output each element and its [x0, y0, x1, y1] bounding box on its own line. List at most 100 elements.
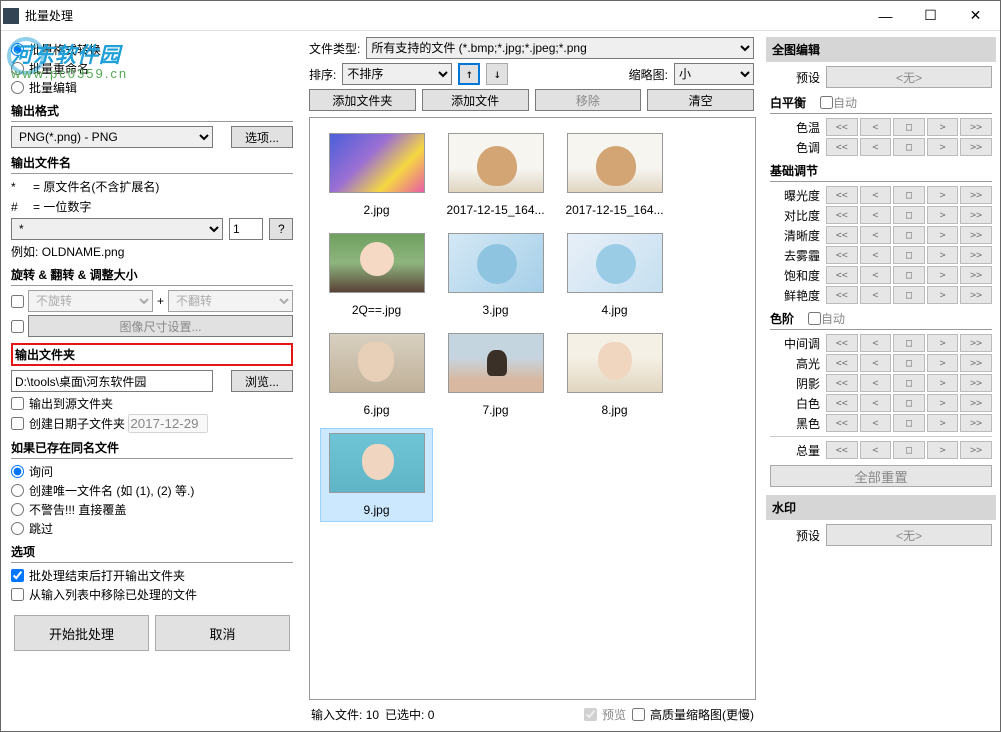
thumbnail-item[interactable]: 2017-12-15_164...	[558, 128, 671, 222]
contrast-slider[interactable]: <<<□>>>	[826, 206, 992, 224]
exists-unique-radio[interactable]	[11, 484, 24, 497]
slider-step-button[interactable]: <<	[826, 394, 858, 412]
rotate-check[interactable]	[11, 295, 24, 308]
slider-step-button[interactable]: □	[893, 118, 925, 136]
thumbnail-item[interactable]: 7.jpg	[439, 328, 552, 422]
slider-step-button[interactable]: >>	[960, 138, 992, 156]
slider-step-button[interactable]: >	[927, 286, 959, 304]
saturation-slider[interactable]: <<<□>>>	[826, 266, 992, 284]
add-folder-button[interactable]: 添加文件夹	[309, 89, 416, 111]
thumbnail-item[interactable]: 2.jpg	[320, 128, 433, 222]
midtones-slider[interactable]: <<<□>>>	[826, 334, 992, 352]
slider-step-button[interactable]: >>	[960, 118, 992, 136]
thumbnail-area[interactable]: 2.jpg2017-12-15_164...2017-12-15_164...2…	[309, 117, 756, 700]
tint-slider[interactable]: <<<□>>>	[826, 138, 992, 156]
slider-step-button[interactable]: <<	[826, 354, 858, 372]
slider-step-button[interactable]: <	[860, 206, 892, 224]
dehaze-slider[interactable]: <<<□>>>	[826, 246, 992, 264]
thumb-size-select[interactable]: 小	[674, 63, 754, 85]
slider-step-button[interactable]: <<	[826, 266, 858, 284]
sort-asc-button[interactable]: ↑	[458, 63, 480, 85]
slider-step-button[interactable]: >	[927, 138, 959, 156]
slider-step-button[interactable]: <	[860, 374, 892, 392]
slider-step-button[interactable]: >>	[960, 354, 992, 372]
slider-step-button[interactable]: >	[927, 206, 959, 224]
slider-step-button[interactable]: □	[893, 441, 925, 459]
thumbnail-item[interactable]: 3.jpg	[439, 228, 552, 322]
slider-step-button[interactable]: >	[927, 354, 959, 372]
wb-auto-check[interactable]	[820, 96, 833, 109]
exists-skip-radio[interactable]	[11, 522, 24, 535]
slider-step-button[interactable]: <	[860, 334, 892, 352]
slider-step-button[interactable]: >	[927, 394, 959, 412]
slider-step-button[interactable]: >>	[960, 441, 992, 459]
output-format-select[interactable]: PNG(*.png) - PNG	[11, 126, 213, 148]
slider-step-button[interactable]: >>	[960, 206, 992, 224]
slider-step-button[interactable]: □	[893, 206, 925, 224]
name-pattern-select[interactable]: *	[11, 218, 223, 240]
exposure-slider[interactable]: <<<□>>>	[826, 186, 992, 204]
slider-step-button[interactable]: >>	[960, 266, 992, 284]
slider-step-button[interactable]: □	[893, 246, 925, 264]
slider-step-button[interactable]: □	[893, 286, 925, 304]
thumbnail-item[interactable]: 8.jpg	[558, 328, 671, 422]
slider-step-button[interactable]: <<	[826, 186, 858, 204]
thumbnail-item[interactable]: 2Q==.jpg	[320, 228, 433, 322]
slider-step-button[interactable]: <<	[826, 374, 858, 392]
slider-step-button[interactable]: <<	[826, 286, 858, 304]
remove-processed-check[interactable]	[11, 588, 24, 601]
clear-button[interactable]: 清空	[647, 89, 754, 111]
sort-select[interactable]: 不排序	[342, 63, 452, 85]
slider-step-button[interactable]: □	[893, 394, 925, 412]
maximize-button[interactable]: ☐	[908, 1, 953, 31]
slider-step-button[interactable]: <	[860, 246, 892, 264]
wm-preset-button[interactable]: <无>	[826, 524, 992, 546]
filetype-select[interactable]: 所有支持的文件 (*.bmp;*.jpg;*.jpeg;*.png	[366, 37, 754, 59]
format-options-button[interactable]: 选项...	[231, 126, 293, 148]
thumbnail-item[interactable]: 2017-12-15_164...	[439, 128, 552, 222]
vibrance-slider[interactable]: <<<□>>>	[826, 286, 992, 304]
slider-step-button[interactable]: >	[927, 118, 959, 136]
slider-step-button[interactable]: >>	[960, 186, 992, 204]
slider-step-button[interactable]: □	[893, 334, 925, 352]
output-to-source-check[interactable]	[11, 397, 24, 410]
slider-step-button[interactable]: <<	[826, 206, 858, 224]
add-file-button[interactable]: 添加文件	[422, 89, 529, 111]
exists-ask-radio[interactable]	[11, 465, 24, 478]
levels-auto-check[interactable]	[808, 312, 821, 325]
slider-step-button[interactable]: >	[927, 414, 959, 432]
slider-step-button[interactable]: <	[860, 266, 892, 284]
slider-step-button[interactable]: □	[893, 138, 925, 156]
slider-step-button[interactable]: <<	[826, 414, 858, 432]
start-button[interactable]: 开始批处理	[14, 615, 149, 651]
shadows-slider[interactable]: <<<□>>>	[826, 374, 992, 392]
slider-step-button[interactable]: □	[893, 374, 925, 392]
slider-step-button[interactable]: □	[893, 266, 925, 284]
slider-step-button[interactable]: >>	[960, 414, 992, 432]
open-output-check[interactable]	[11, 569, 24, 582]
slider-step-button[interactable]: <	[860, 286, 892, 304]
mode-convert-radio[interactable]	[11, 43, 24, 56]
clarity-slider[interactable]: <<<□>>>	[826, 226, 992, 244]
slider-step-button[interactable]: >>	[960, 394, 992, 412]
reset-all-button[interactable]: 全部重置	[770, 465, 992, 487]
slider-step-button[interactable]: <	[860, 118, 892, 136]
close-button[interactable]: ✕	[953, 1, 998, 31]
slider-step-button[interactable]: <	[860, 354, 892, 372]
slider-step-button[interactable]: <<	[826, 441, 858, 459]
black-slider[interactable]: <<<□>>>	[826, 414, 992, 432]
browse-button[interactable]: 浏览...	[231, 370, 293, 392]
slider-step-button[interactable]: <<	[826, 118, 858, 136]
slider-step-button[interactable]: >	[927, 226, 959, 244]
minimize-button[interactable]: —	[863, 1, 908, 31]
slider-step-button[interactable]: >	[927, 266, 959, 284]
preset-button[interactable]: <无>	[826, 66, 992, 88]
slider-step-button[interactable]: <	[860, 394, 892, 412]
mode-rename-radio[interactable]	[11, 62, 24, 75]
slider-step-button[interactable]: <	[860, 414, 892, 432]
cancel-button[interactable]: 取消	[155, 615, 290, 651]
slider-step-button[interactable]: <	[860, 226, 892, 244]
slider-step-button[interactable]: >>	[960, 286, 992, 304]
slider-step-button[interactable]: >	[927, 374, 959, 392]
slider-step-button[interactable]: <	[860, 186, 892, 204]
